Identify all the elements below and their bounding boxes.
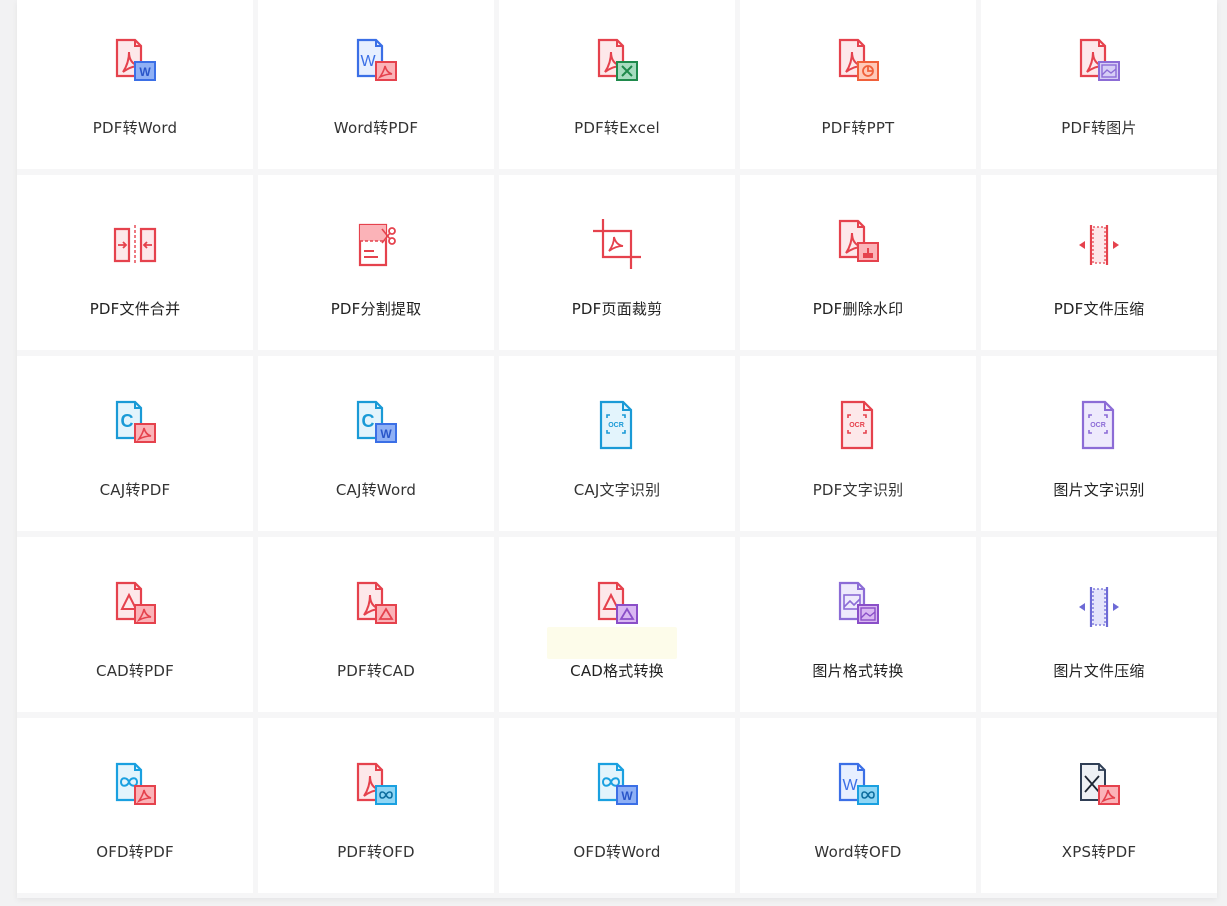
svg-text:W: W bbox=[139, 65, 151, 79]
pdf-remove-watermark-icon bbox=[838, 219, 879, 262]
tool-pdf-to-cad[interactable]: PDF转CAD bbox=[258, 537, 494, 712]
pdf-crop-icon bbox=[593, 219, 641, 269]
pdf-compress-icon bbox=[1079, 225, 1119, 265]
tool-pdf-compress[interactable]: PDF文件压缩 bbox=[981, 175, 1217, 350]
tool-pdf-to-word[interactable]: W PDF转Word bbox=[17, 0, 253, 169]
tool-label: PDF转Word bbox=[92, 119, 178, 137]
tool-ofd-to-pdf[interactable]: OFD转PDF bbox=[17, 718, 253, 893]
tool-label: 图片文字识别 bbox=[1053, 481, 1145, 499]
caj-to-pdf-icon: C bbox=[115, 400, 156, 443]
tool-pdf-remove-watermark[interactable]: PDF删除水印 bbox=[740, 175, 976, 350]
tool-pdf-split[interactable]: PDF分割提取 bbox=[258, 175, 494, 350]
tool-label: CAJ转PDF bbox=[99, 481, 171, 499]
cad-to-pdf-icon bbox=[115, 581, 156, 624]
tool-label: CAD格式转换 bbox=[570, 662, 664, 680]
tool-label: OFD转PDF bbox=[96, 843, 174, 861]
tool-caj-to-word[interactable]: C W CAJ转Word bbox=[258, 356, 494, 531]
tools-grid: W PDF转Word W Word转PDF PDF转Excel PDF转PPT … bbox=[17, 0, 1217, 893]
ofd-to-word-icon: W bbox=[597, 762, 638, 805]
pdf-to-ofd-icon bbox=[356, 762, 397, 805]
tool-label: OFD转Word bbox=[573, 843, 661, 861]
image-ocr-icon: OCR bbox=[1081, 400, 1115, 450]
svg-text:W: W bbox=[842, 777, 858, 794]
image-format-convert-icon bbox=[838, 581, 879, 624]
tool-label: PDF转PPT bbox=[821, 119, 895, 137]
svg-text:OCR: OCR bbox=[1090, 422, 1106, 429]
cad-format-convert-icon bbox=[597, 581, 638, 624]
svg-text:W: W bbox=[360, 53, 376, 70]
tool-xps-to-pdf[interactable]: XPS转PDF bbox=[981, 718, 1217, 893]
pdf-to-word-icon: W bbox=[115, 38, 156, 81]
tool-label: CAD转PDF bbox=[96, 662, 174, 680]
caj-ocr-icon: OCR bbox=[599, 400, 633, 450]
tool-label: 图片文件压缩 bbox=[1053, 662, 1145, 680]
tool-label: PDF转CAD bbox=[337, 662, 415, 680]
tool-label: 图片格式转换 bbox=[812, 662, 904, 680]
tool-label: Word转PDF bbox=[333, 119, 419, 137]
svg-text:C: C bbox=[121, 411, 134, 431]
image-compress-icon bbox=[1079, 587, 1119, 627]
tool-label: CAJ转Word bbox=[335, 481, 417, 499]
tool-image-format-convert[interactable]: 图片格式转换 bbox=[740, 537, 976, 712]
tool-ofd-to-word[interactable]: W OFD转Word bbox=[499, 718, 735, 893]
tool-label: PDF转OFD bbox=[337, 843, 415, 861]
tool-word-to-ofd[interactable]: W Word转OFD bbox=[740, 718, 976, 893]
tool-cad-to-pdf[interactable]: CAD转PDF bbox=[17, 537, 253, 712]
tool-label: PDF文件压缩 bbox=[1053, 300, 1145, 318]
svg-text:OCR: OCR bbox=[849, 422, 865, 429]
word-to-pdf-icon: W bbox=[356, 38, 397, 81]
tool-pdf-to-ofd[interactable]: PDF转OFD bbox=[258, 718, 494, 893]
tool-label: PDF页面裁剪 bbox=[571, 300, 663, 318]
xps-to-pdf-icon bbox=[1080, 763, 1120, 805]
svg-text:OCR: OCR bbox=[608, 422, 624, 429]
pdf-to-excel-icon bbox=[597, 38, 638, 81]
pdf-to-image-icon bbox=[1079, 38, 1120, 81]
tool-label: XPS转PDF bbox=[1061, 843, 1137, 861]
tool-pdf-ocr[interactable]: OCR PDF文字识别 bbox=[740, 356, 976, 531]
tool-caj-to-pdf[interactable]: C CAJ转PDF bbox=[17, 356, 253, 531]
tool-pdf-merge[interactable]: PDF文件合并 bbox=[17, 175, 253, 350]
word-to-ofd-icon: W bbox=[838, 762, 879, 805]
tool-label: Word转OFD bbox=[814, 843, 902, 861]
pdf-to-cad-icon bbox=[356, 581, 397, 624]
tool-pdf-to-ppt[interactable]: PDF转PPT bbox=[740, 0, 976, 169]
tool-caj-ocr[interactable]: OCR CAJ文字识别 bbox=[499, 356, 735, 531]
pdf-merge-icon bbox=[113, 225, 157, 265]
tools-panel: W PDF转Word W Word转PDF PDF转Excel PDF转PPT … bbox=[17, 0, 1217, 898]
tool-label: PDF转Excel bbox=[574, 119, 660, 137]
tool-pdf-to-excel[interactable]: PDF转Excel bbox=[499, 0, 735, 169]
tool-image-compress[interactable]: 图片文件压缩 bbox=[981, 537, 1217, 712]
svg-text:W: W bbox=[621, 789, 633, 803]
tool-label: CAJ文字识别 bbox=[573, 481, 661, 499]
tool-label: PDF文件合并 bbox=[89, 300, 181, 318]
ofd-to-pdf-icon bbox=[115, 762, 156, 805]
caj-to-word-icon: C W bbox=[356, 400, 397, 443]
tool-word-to-pdf[interactable]: W Word转PDF bbox=[258, 0, 494, 169]
svg-text:C: C bbox=[362, 411, 375, 431]
svg-text:W: W bbox=[380, 427, 392, 441]
pdf-to-ppt-icon bbox=[838, 38, 879, 81]
tool-label: PDF文字识别 bbox=[812, 481, 904, 499]
tool-label: PDF转图片 bbox=[1061, 119, 1137, 137]
tool-pdf-crop[interactable]: PDF页面裁剪 bbox=[499, 175, 735, 350]
pdf-ocr-icon: OCR bbox=[840, 400, 874, 450]
tool-cad-format-convert[interactable]: CAD格式转换 bbox=[499, 537, 735, 712]
tool-pdf-to-image[interactable]: PDF转图片 bbox=[981, 0, 1217, 169]
pdf-split-icon bbox=[358, 223, 396, 267]
tool-label: PDF分割提取 bbox=[330, 300, 422, 318]
tool-image-ocr[interactable]: OCR 图片文字识别 bbox=[981, 356, 1217, 531]
tool-label: PDF删除水印 bbox=[812, 300, 904, 318]
